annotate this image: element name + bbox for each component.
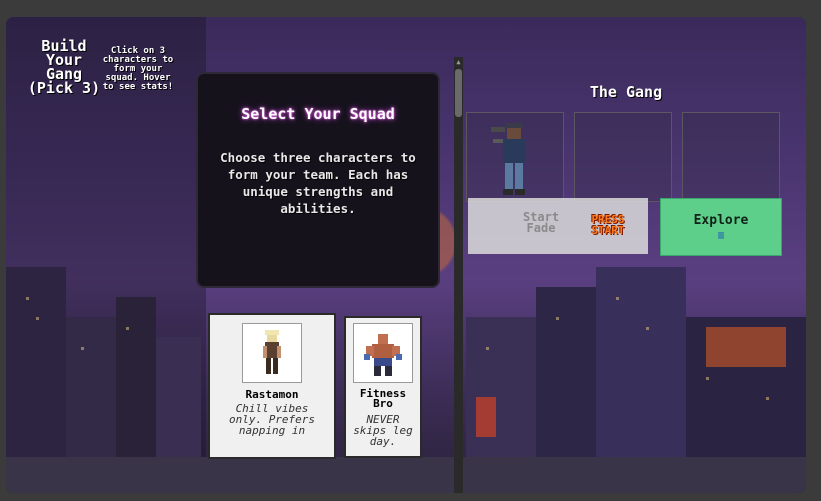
start-fade-label: Start Fade [522,210,560,235]
press-start-label: PRESS START [591,213,625,237]
selected-character-sprite-icon [491,123,525,195]
book-icon: ▥ [717,230,725,241]
explore-button[interactable]: Explore ▥ [660,198,782,256]
gang-title: The Gang [589,83,663,101]
rastamon-sprite-icon [242,323,302,383]
scrollbar[interactable]: ▲ [454,57,463,493]
gang-slot-3[interactable] [682,112,780,202]
character-name: Rastamon [245,388,299,401]
scroll-thumb[interactable] [455,69,462,117]
character-description: NEVER skips leg day. [353,414,413,448]
gang-slot-2[interactable] [574,112,672,202]
info-panel-title: Select Your Squad [241,105,395,123]
gang-slot-1[interactable] [466,112,564,202]
game-window: Build Your Gang (Pick 3) Click on 3 char… [6,17,806,493]
explore-label: Explore [693,213,749,228]
fitness-bro-sprite-icon [353,323,413,383]
instructions-text: Click on 3 characters to form your squad… [102,46,174,92]
character-card-fitness-bro[interactable]: Fitness Bro NEVER skips leg day. [344,316,422,458]
character-name: Fitness Bro [359,387,407,410]
info-panel-body: Choose three characters to form your tea… [220,150,416,216]
info-panel: Select Your Squad Choose three character… [198,74,438,286]
character-description: Chill vibes only. Prefers napping in [228,403,316,437]
character-card-rastamon[interactable]: Rastamon Chill vibes only. Prefers nappi… [208,313,336,459]
page-title: Build Your Gang (Pick 3) [27,37,101,97]
start-fade-button[interactable]: Start Fade PRESS START [468,198,648,254]
scroll-up-arrow-icon[interactable]: ▲ [455,59,462,66]
